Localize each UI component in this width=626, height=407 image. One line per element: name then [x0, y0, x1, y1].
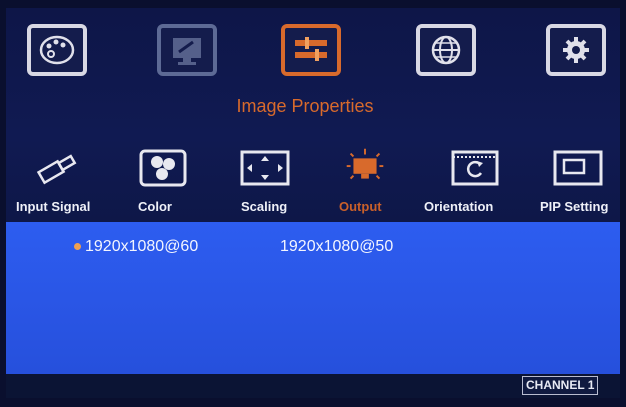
palette-menu-button[interactable] — [27, 24, 87, 76]
channel-indicator: CHANNEL 1 — [522, 376, 599, 395]
rotate-icon — [451, 150, 499, 186]
scaling-arrows-icon — [240, 150, 290, 186]
image-properties-menu-button[interactable] — [281, 24, 341, 76]
output-option-1080p60[interactable]: 1920x1080@60 — [74, 238, 198, 256]
gear-icon — [563, 37, 589, 63]
globe-menu-button[interactable] — [416, 24, 476, 76]
globe-icon — [431, 35, 461, 65]
pip-setting-button[interactable] — [552, 148, 604, 188]
sub-menu-label-scaling[interactable]: Scaling — [241, 199, 287, 214]
orientation-button[interactable] — [449, 148, 501, 188]
option-label: 1920x1080@60 — [85, 238, 199, 255]
settings-menu-button[interactable] — [546, 24, 606, 76]
sub-menu-label-orientation[interactable]: Orientation — [424, 199, 493, 214]
pip-window-icon — [553, 150, 603, 186]
sub-menu-label-output[interactable]: Output — [339, 199, 382, 214]
sub-menu-label-input-signal[interactable]: Input Signal — [16, 199, 90, 214]
sub-menu-label-pip-setting[interactable]: PIP Setting — [540, 199, 608, 214]
output-option-1080p50[interactable]: 1920x1080@50 — [280, 238, 393, 256]
usb-plug-icon — [36, 154, 77, 185]
palette-icon — [39, 35, 75, 65]
option-label: 1920x1080@50 — [280, 238, 394, 255]
input-signal-button[interactable] — [32, 148, 84, 188]
selected-bullet-icon — [74, 243, 81, 251]
sub-menu-label-color[interactable]: Color — [138, 199, 172, 214]
active-menu-title: Image Properties — [236, 96, 374, 116]
output-button[interactable] — [339, 148, 391, 188]
output-monitor-icon — [346, 148, 384, 180]
color-circles-icon — [139, 149, 187, 187]
scaling-button[interactable] — [239, 148, 291, 188]
monitor-tools-menu-button[interactable] — [157, 24, 217, 76]
image-properties-icon — [295, 37, 327, 61]
color-button[interactable] — [137, 148, 189, 188]
monitor-tools-icon — [173, 38, 201, 65]
